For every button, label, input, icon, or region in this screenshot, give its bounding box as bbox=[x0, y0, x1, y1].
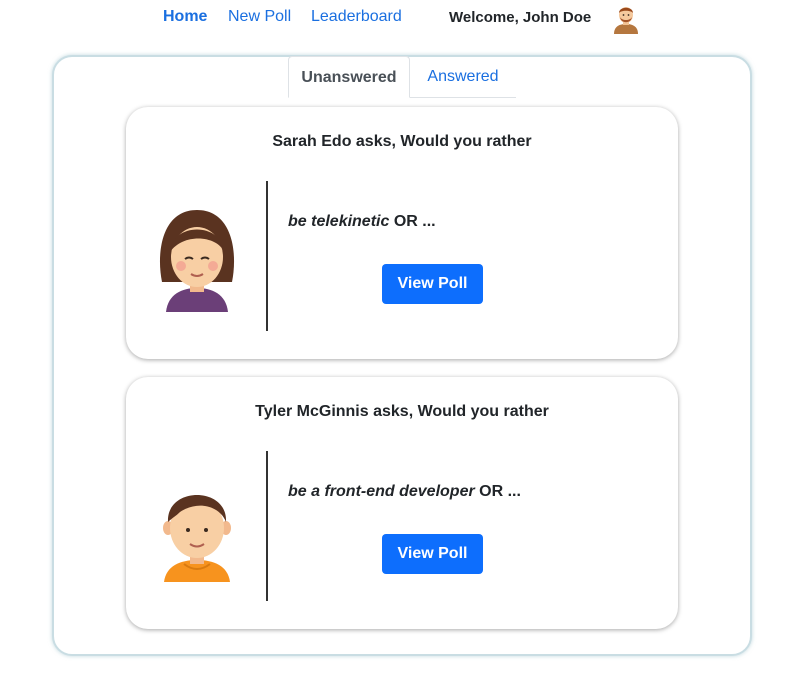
girl-avatar-icon bbox=[159, 210, 235, 312]
poll-option-preview: be telekinetic OR ... bbox=[288, 213, 436, 231]
poll-tabs: Unanswered Answered bbox=[288, 56, 518, 98]
view-poll-button[interactable]: View Poll bbox=[382, 264, 483, 304]
card-divider bbox=[266, 181, 268, 331]
poll-card: Tyler McGinnis asks, Would you rather be… bbox=[126, 377, 678, 629]
poll-card-title: Tyler McGinnis asks, Would you rather bbox=[255, 403, 549, 420]
welcome-text: Welcome, John Doe bbox=[449, 9, 592, 26]
tab-answered[interactable]: Answered bbox=[410, 56, 516, 98]
boy-avatar-icon bbox=[163, 495, 231, 582]
or-text: OR ... bbox=[393, 213, 436, 230]
top-nav: Home New Poll Leaderboard Welcome, John … bbox=[0, 0, 808, 36]
tab-unanswered[interactable]: Unanswered bbox=[288, 56, 410, 98]
card-divider bbox=[266, 451, 268, 601]
poll-card-title: Sarah Edo asks, Would you rather bbox=[272, 133, 532, 150]
nav-link-new-poll[interactable]: New Poll bbox=[228, 8, 291, 26]
poll-card: Sarah Edo asks, Would you rather be tele… bbox=[126, 107, 678, 359]
nav-link-leaderboard[interactable]: Leaderboard bbox=[311, 8, 402, 26]
or-text: OR ... bbox=[479, 483, 521, 500]
option-text: be a front-end developer bbox=[288, 483, 475, 500]
option-text: be telekinetic bbox=[288, 213, 390, 230]
male-avatar-icon bbox=[614, 7, 638, 34]
nav-link-home[interactable]: Home bbox=[163, 8, 207, 26]
view-poll-button[interactable]: View Poll bbox=[382, 534, 483, 574]
poll-option-preview: be a front-end developer OR ... bbox=[288, 483, 521, 501]
